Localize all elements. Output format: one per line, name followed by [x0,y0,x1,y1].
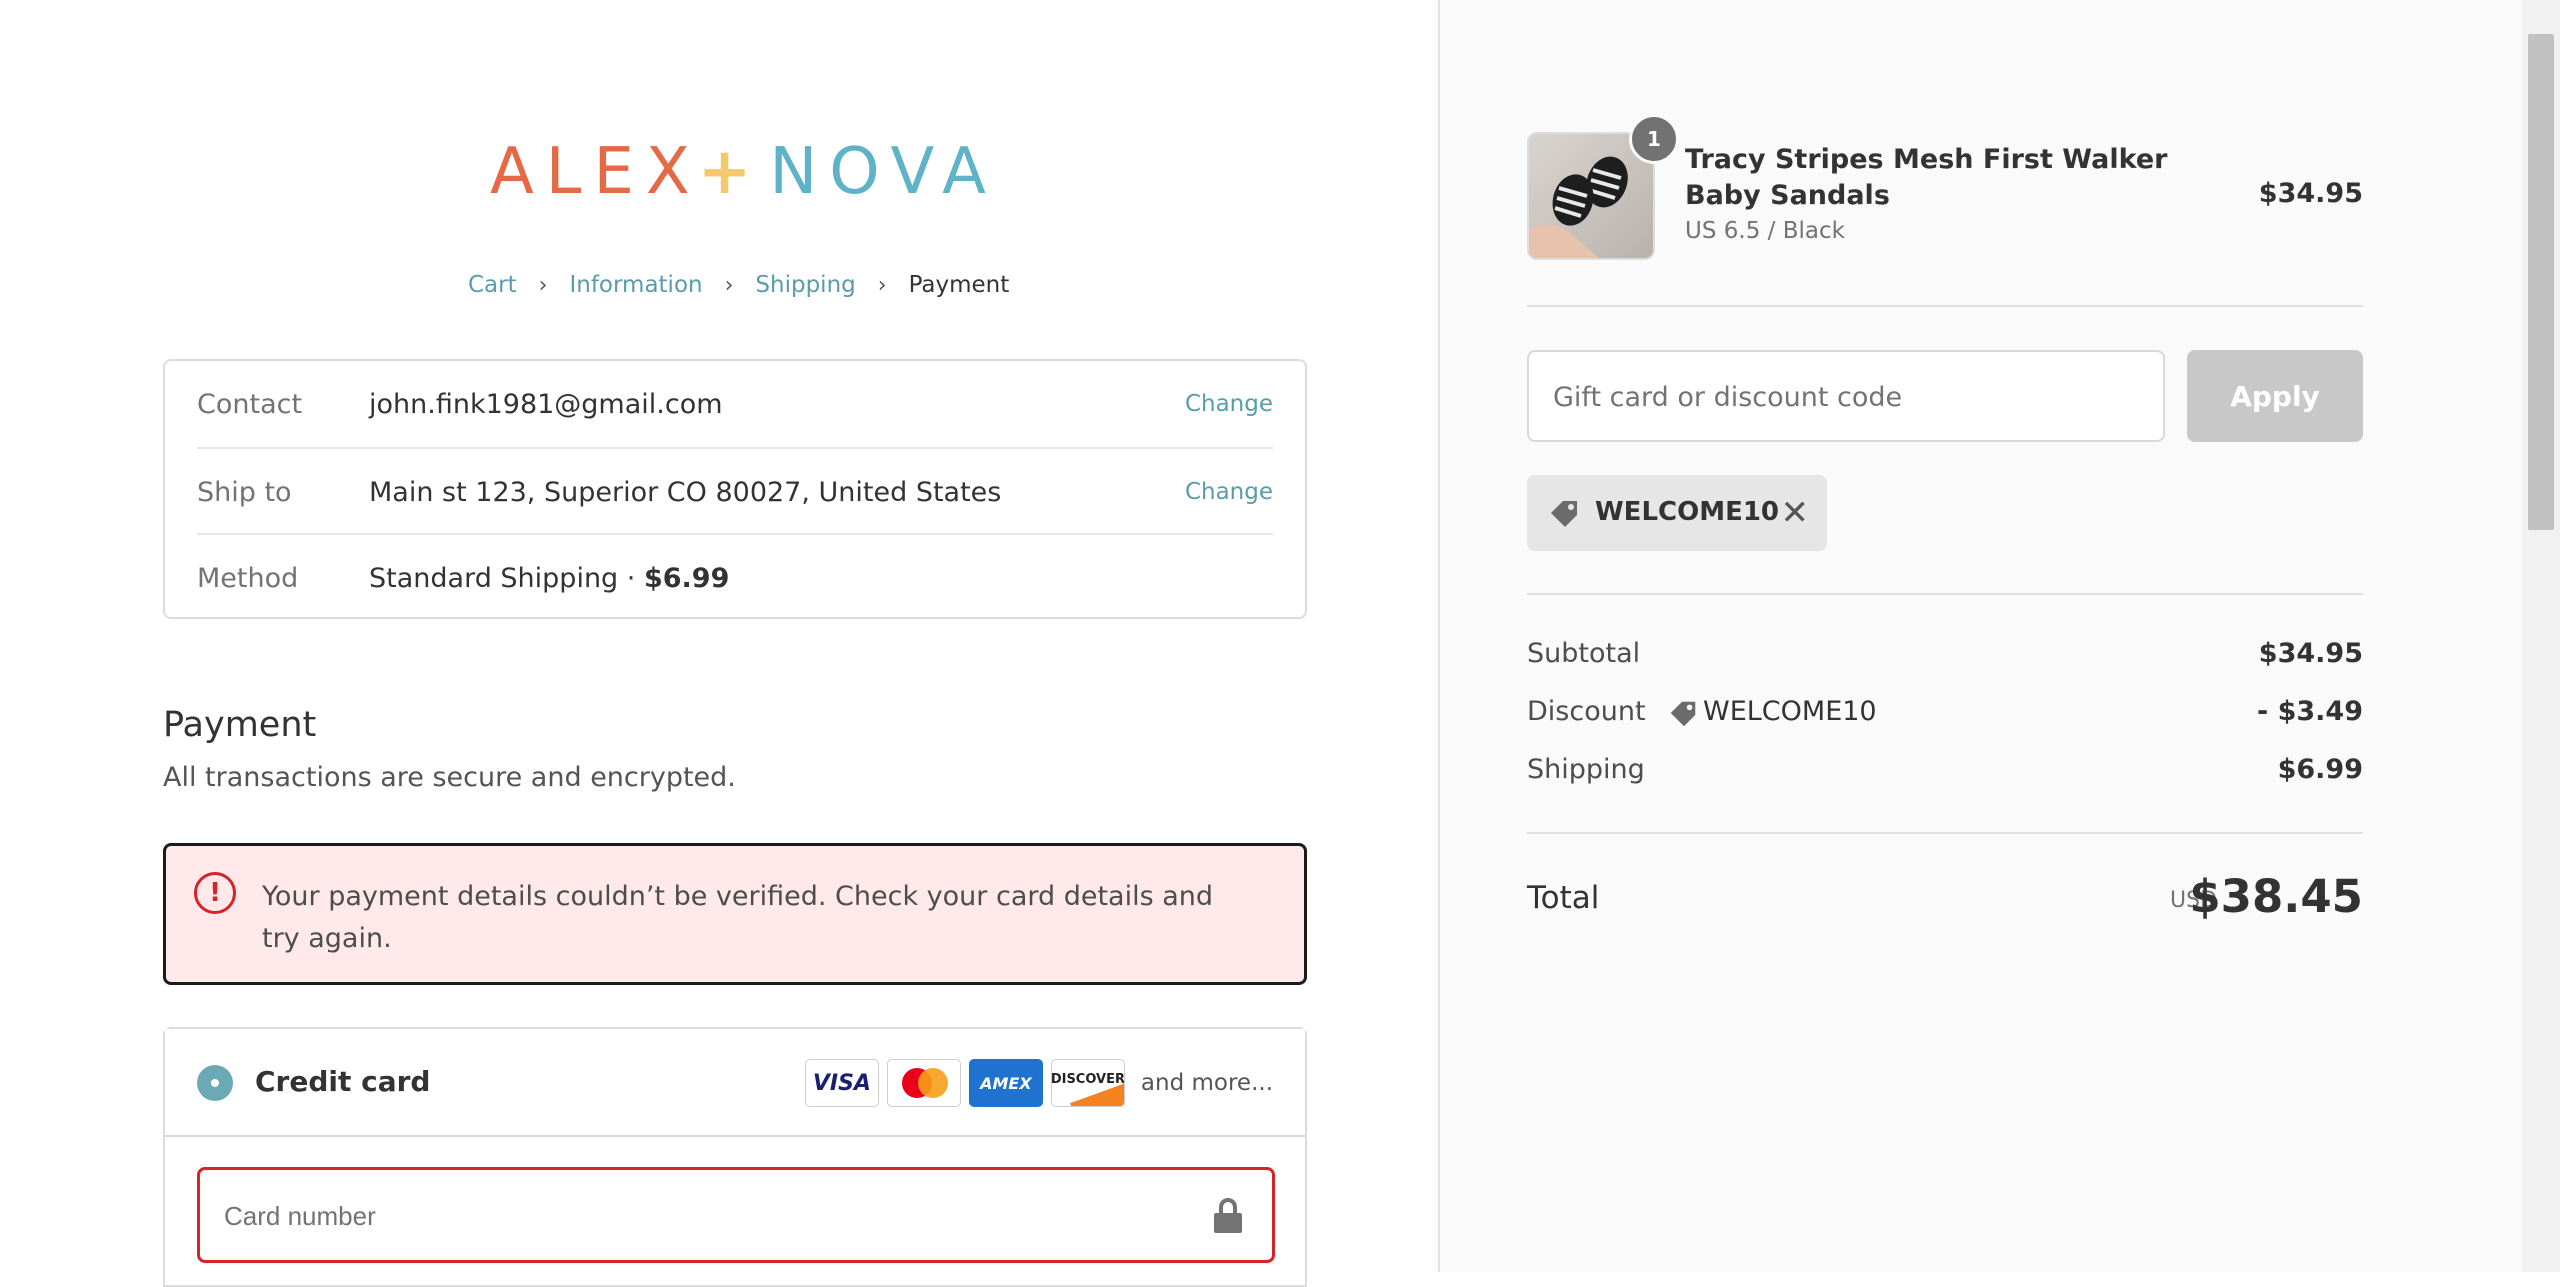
payment-subtitle: All transactions are secure and encrypte… [163,762,736,793]
discount-value: - $3.49 [2256,696,2363,727]
more-cards-text: and more... [1140,1070,1273,1096]
breadcrumb-shipping[interactable]: Shipping [755,272,855,298]
discount-code-field[interactable] [1527,350,2165,442]
card-number-input[interactable] [222,1170,1126,1262]
change-address-link[interactable]: Change [1185,479,1273,505]
method-value: Standard Shipping · $6.99 [369,563,1273,594]
lock-icon [1214,1198,1242,1234]
product-variant: US 6.5 / Black [1685,218,1845,244]
method-row: Method Standard Shipping · $6.99 [197,533,1273,621]
credit-card-label: Credit card [255,1065,431,1098]
applied-discount-code: WELCOME10 [1595,497,1780,527]
method-price: $6.99 [643,562,730,594]
store-logo[interactable]: ALEX + NOVA [490,135,986,209]
divider [1527,305,2363,307]
ship-to-label: Ship to [197,476,292,508]
checkout-main: ALEX + NOVA Cart › Information › Shippin… [0,0,1438,1287]
product-price: $34.95 [2258,178,2363,209]
scrollbar-thumb[interactable] [2528,34,2554,530]
ship-to-row: Ship to Main st 123, Superior CO 80027, … [197,447,1273,535]
shipping-row: Shipping $6.99 [1527,754,2363,794]
divider [1527,593,2363,595]
contact-label: Contact [197,388,303,420]
payment-title: Payment [163,705,317,745]
amex-icon: AMEX [968,1059,1043,1107]
visa-icon: VISA [804,1059,879,1107]
breadcrumb-payment: Payment [908,272,1010,298]
subtotal-row: Subtotal $34.95 [1527,638,2363,678]
method-label: Method [197,562,299,594]
discover-icon: DISCOVER [1050,1059,1125,1107]
total-row: Total USD $38.45 [1527,868,2363,928]
discount-label: Discount [1527,696,1646,727]
tag-icon [1551,501,1577,527]
card-number-field[interactable] [197,1167,1275,1263]
subtotal-label: Subtotal [1527,638,1641,669]
card-brands: VISA AMEX DISCOVER and more... [804,1059,1273,1107]
chevron-right-icon: › [724,272,734,298]
total-label: Total [1527,880,1600,916]
discount-row: Discount WELCOME10 - $3.49 [1527,696,2363,736]
tag-icon [1670,701,1696,727]
contact-row: Contact john.fink1981@gmail.com Change [197,361,1273,447]
logo-plus: + [697,135,764,209]
shipping-value: $6.99 [2277,754,2363,785]
credit-card-section: Credit card VISA AMEX DISCOVER and more.… [163,1027,1307,1287]
error-icon: ! [194,872,236,914]
review-summary: Contact john.fink1981@gmail.com Change S… [163,359,1307,619]
contact-value: john.fink1981@gmail.com [369,388,723,420]
product-name: Tracy Stripes Mesh First Walker Baby San… [1685,144,2168,211]
discount-code-input[interactable] [1551,352,2145,442]
subtotal-value: $34.95 [2258,638,2363,669]
discount-code-label: WELCOME10 [1703,696,1877,727]
breadcrumb-cart[interactable]: Cart [468,272,517,298]
chevron-right-icon: › [538,272,548,298]
remove-discount-icon[interactable]: ✕ [1781,493,1810,533]
credit-card-radio[interactable] [197,1065,233,1101]
quantity-badge: 1 [1629,114,1679,164]
shipping-label: Shipping [1527,754,1645,785]
discover-text: DISCOVER [1050,1071,1125,1087]
cart-line-item: 1 Tracy Stripes Mesh First Walker Baby S… [1527,114,2363,262]
error-message: Your payment details couldn’t be verifie… [262,881,1214,954]
logo-part2: NOVA [769,135,998,209]
payment-error-banner: ! Your payment details couldn’t be verif… [163,843,1307,985]
ship-to-value: Main st 123, Superior CO 80027, United S… [369,476,1002,508]
divider [1527,832,2363,834]
scrollbar[interactable] [2522,0,2560,1272]
credit-card-option[interactable]: Credit card VISA AMEX DISCOVER and more.… [165,1029,1305,1137]
apply-discount-button[interactable]: Apply [2187,350,2363,442]
total-value: $38.45 [2189,870,2363,923]
chevron-right-icon: › [877,272,887,298]
logo-part1: ALEX [490,135,702,209]
applied-discount-tag: WELCOME10 ✕ [1527,475,1827,551]
breadcrumb: Cart › Information › Shipping › Payment [468,270,1009,300]
method-name: Standard Shipping · [369,562,644,594]
mastercard-icon [886,1059,961,1107]
breadcrumb-information[interactable]: Information [569,272,702,298]
change-contact-link[interactable]: Change [1185,391,1273,417]
